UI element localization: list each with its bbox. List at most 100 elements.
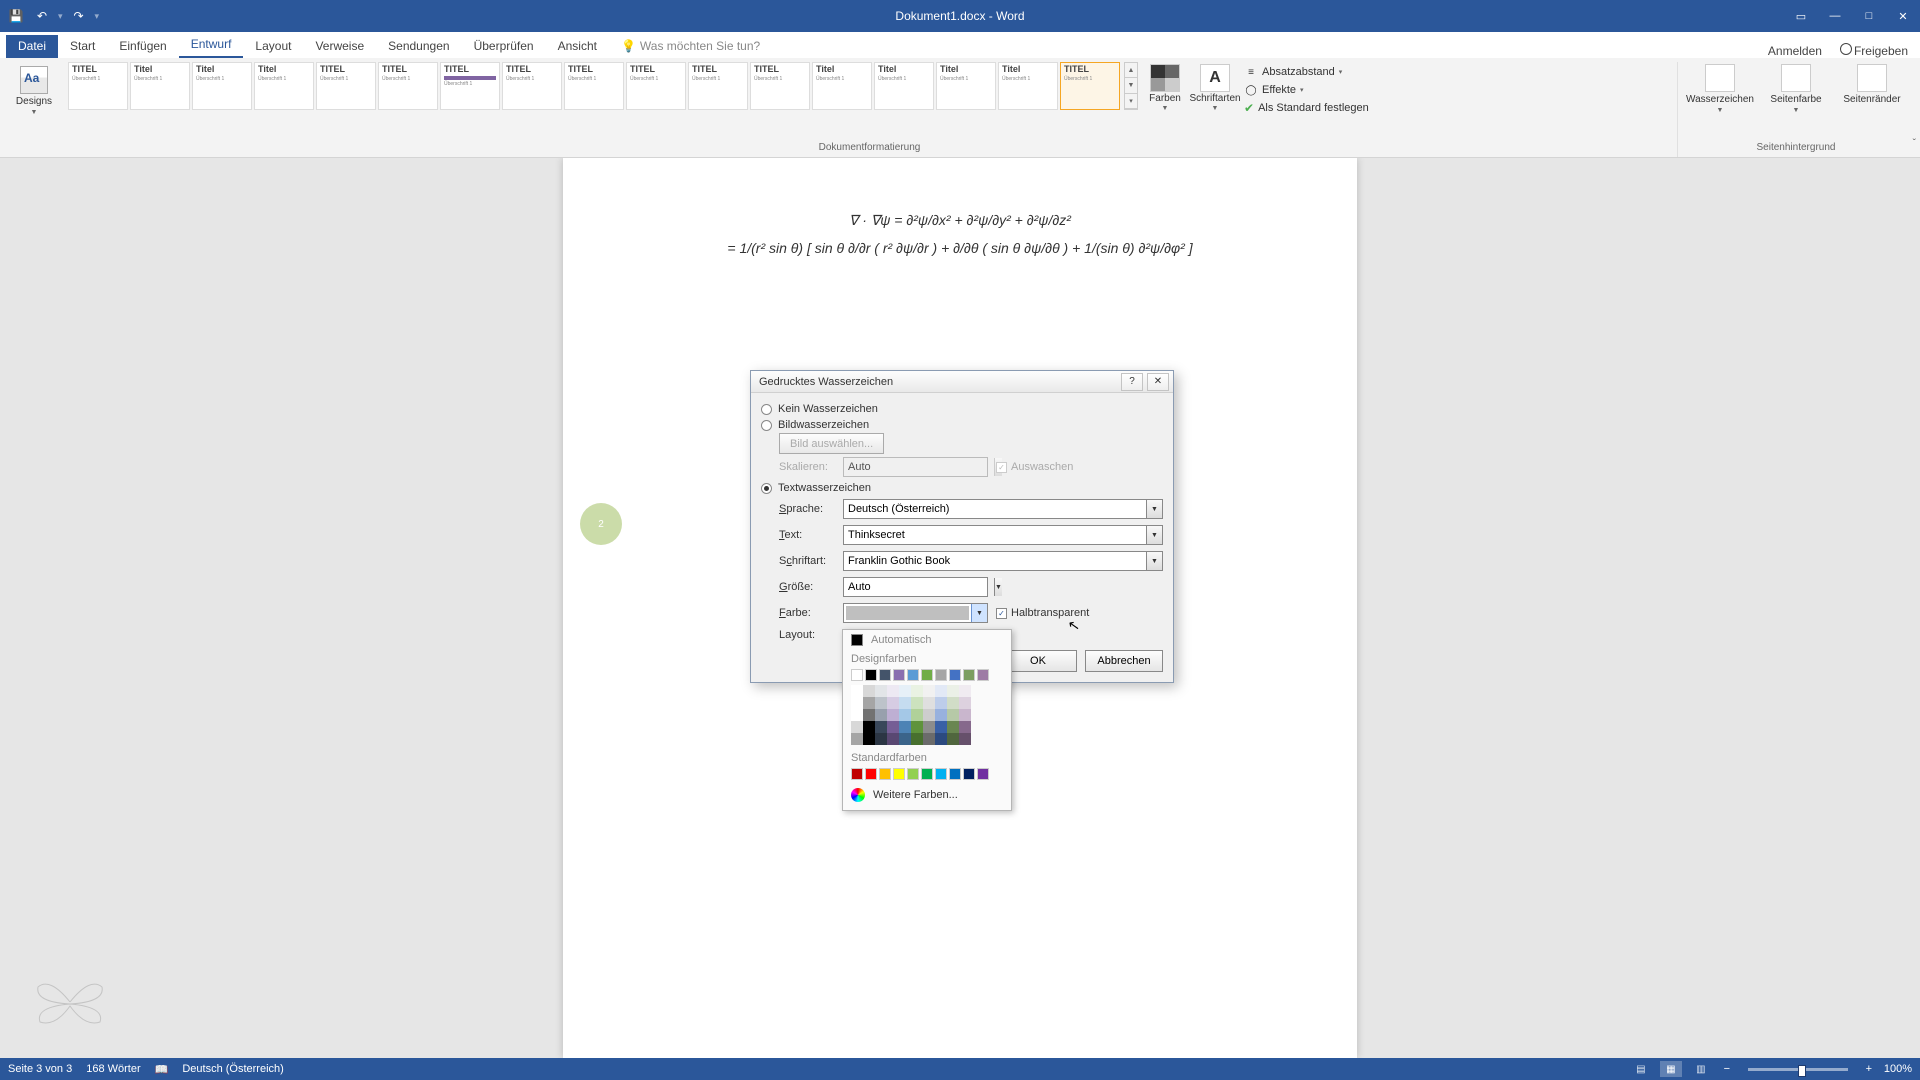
gallery-style-item[interactable]: TitelÜberschrift 1 — [192, 62, 252, 110]
color-swatch[interactable] — [959, 733, 971, 745]
tab-layout[interactable]: Layout — [243, 35, 303, 58]
gallery-style-item[interactable]: TitelÜberschrift 1 — [936, 62, 996, 110]
redo-icon[interactable]: ↷ — [67, 4, 91, 28]
color-swatch[interactable] — [851, 733, 863, 745]
ribbon-options-icon[interactable]: ▭ — [1784, 4, 1818, 28]
color-swatch[interactable] — [879, 669, 891, 681]
color-swatch[interactable] — [947, 709, 959, 721]
share-button[interactable]: Freigeben — [1840, 43, 1908, 58]
radio-no-watermark[interactable]: Kein Wasserzeichen — [761, 401, 1163, 417]
page-borders-button[interactable]: Seitenränder — [1836, 62, 1908, 105]
page-color-button[interactable]: Seitenfarbe ▼ — [1760, 62, 1832, 114]
zoom-level[interactable]: 100% — [1884, 1063, 1912, 1075]
size-combo[interactable]: ▼ — [843, 577, 988, 597]
color-swatch[interactable] — [887, 697, 899, 709]
color-swatch[interactable] — [963, 768, 975, 780]
cancel-button[interactable]: Abbrechen — [1085, 650, 1163, 672]
radio-picture-watermark[interactable]: Bildwasserzeichen — [761, 417, 1163, 433]
color-swatch[interactable] — [899, 733, 911, 745]
color-swatch[interactable] — [887, 709, 899, 721]
text-input[interactable] — [844, 529, 1146, 541]
gallery-style-item[interactable]: TitelÜberschrift 1 — [254, 62, 314, 110]
color-swatch[interactable] — [899, 721, 911, 733]
color-swatch[interactable] — [949, 669, 961, 681]
colors-button[interactable]: Farben ▼ — [1142, 62, 1188, 112]
paragraph-spacing-button[interactable]: ≡Absatzabstand ▾ — [1242, 64, 1371, 80]
gallery-style-item[interactable]: TitelÜberschrift 1 — [812, 62, 872, 110]
tab-file[interactable]: Datei — [6, 35, 58, 58]
dialog-titlebar[interactable]: Gedrucktes Wasserzeichen ? ✕ — [751, 371, 1173, 393]
view-print-layout-icon[interactable]: ▦ — [1660, 1061, 1682, 1077]
color-swatch[interactable] — [935, 697, 947, 709]
color-swatch[interactable] — [851, 697, 863, 709]
color-swatch[interactable] — [875, 733, 887, 745]
gallery-scroll-down-icon[interactable]: ▼ — [1125, 78, 1137, 93]
designs-button[interactable]: Designs ▼ — [12, 62, 56, 116]
effects-button[interactable]: ◯Effekte ▾ — [1242, 82, 1371, 98]
color-swatch[interactable] — [899, 709, 911, 721]
color-swatch[interactable] — [947, 721, 959, 733]
chevron-down-icon[interactable]: ▼ — [1146, 526, 1162, 544]
dialog-close-button[interactable]: ✕ — [1147, 373, 1169, 391]
color-swatch[interactable] — [875, 685, 887, 697]
zoom-in-button[interactable]: + — [1862, 1063, 1876, 1075]
color-swatch[interactable] — [863, 721, 875, 733]
color-swatch[interactable] — [921, 768, 933, 780]
color-swatch[interactable] — [863, 733, 875, 745]
gallery-style-item[interactable]: TITELÜberschrift 1 — [378, 62, 438, 110]
color-swatch[interactable] — [947, 685, 959, 697]
radio-text-watermark[interactable]: Textwasserzeichen — [761, 480, 1163, 496]
color-swatch[interactable] — [959, 685, 971, 697]
collapse-ribbon-icon[interactable]: ˇ — [1913, 138, 1916, 149]
color-swatch[interactable] — [875, 721, 887, 733]
color-swatch[interactable] — [863, 709, 875, 721]
color-swatch[interactable] — [907, 768, 919, 780]
color-swatch[interactable] — [923, 709, 935, 721]
color-swatch[interactable] — [875, 697, 887, 709]
color-swatch[interactable] — [959, 721, 971, 733]
color-swatch[interactable] — [935, 685, 947, 697]
dialog-help-button[interactable]: ? — [1121, 373, 1143, 391]
color-swatch[interactable] — [887, 733, 899, 745]
gallery-style-item[interactable]: TITELÜberschrift 1 — [440, 62, 500, 110]
gallery-style-item[interactable]: TITELÜberschrift 1 — [688, 62, 748, 110]
gallery-style-item[interactable]: TitelÜberschrift 1 — [874, 62, 934, 110]
color-swatch[interactable] — [949, 768, 961, 780]
color-automatic[interactable]: Automatisch — [843, 630, 1011, 650]
color-swatch[interactable] — [947, 697, 959, 709]
gallery-scroll-up-icon[interactable]: ▲ — [1125, 63, 1137, 78]
color-swatch[interactable] — [899, 697, 911, 709]
color-swatch[interactable] — [935, 709, 947, 721]
size-input[interactable] — [844, 581, 994, 593]
chevron-down-icon[interactable]: ▼ — [1146, 552, 1162, 570]
color-swatch[interactable] — [977, 768, 989, 780]
gallery-style-item[interactable]: TITELÜberschrift 1 — [1060, 62, 1120, 110]
tab-mailings[interactable]: Sendungen — [376, 35, 461, 58]
gallery-scrollbar[interactable]: ▲ ▼ ▾ — [1124, 62, 1138, 110]
gallery-style-item[interactable]: TITELÜberschrift 1 — [316, 62, 376, 110]
color-swatch[interactable] — [865, 669, 877, 681]
color-swatch[interactable] — [959, 697, 971, 709]
color-swatch[interactable] — [959, 709, 971, 721]
color-swatch[interactable] — [935, 768, 947, 780]
text-combo[interactable]: ▼ — [843, 525, 1163, 545]
color-swatch[interactable] — [887, 721, 899, 733]
zoom-out-button[interactable]: − — [1720, 1063, 1734, 1075]
gallery-style-item[interactable]: TitelÜberschrift 1 — [130, 62, 190, 110]
color-swatch[interactable] — [911, 721, 923, 733]
color-swatch[interactable] — [863, 697, 875, 709]
maximize-icon[interactable]: □ — [1852, 4, 1886, 28]
language-combo[interactable]: ▼ — [843, 499, 1163, 519]
color-swatch[interactable] — [851, 709, 863, 721]
tab-review[interactable]: Überprüfen — [462, 35, 546, 58]
gallery-style-item[interactable]: TitelÜberschrift 1 — [998, 62, 1058, 110]
gallery-more-icon[interactable]: ▾ — [1125, 94, 1137, 109]
fonts-button[interactable]: A Schriftarten ▼ — [1192, 62, 1238, 112]
gallery-style-item[interactable]: TITELÜberschrift 1 — [626, 62, 686, 110]
color-swatch[interactable] — [947, 733, 959, 745]
color-swatch[interactable] — [923, 733, 935, 745]
color-swatch[interactable] — [865, 768, 877, 780]
color-swatch[interactable] — [899, 685, 911, 697]
color-swatch[interactable] — [893, 768, 905, 780]
color-swatch[interactable] — [911, 709, 923, 721]
